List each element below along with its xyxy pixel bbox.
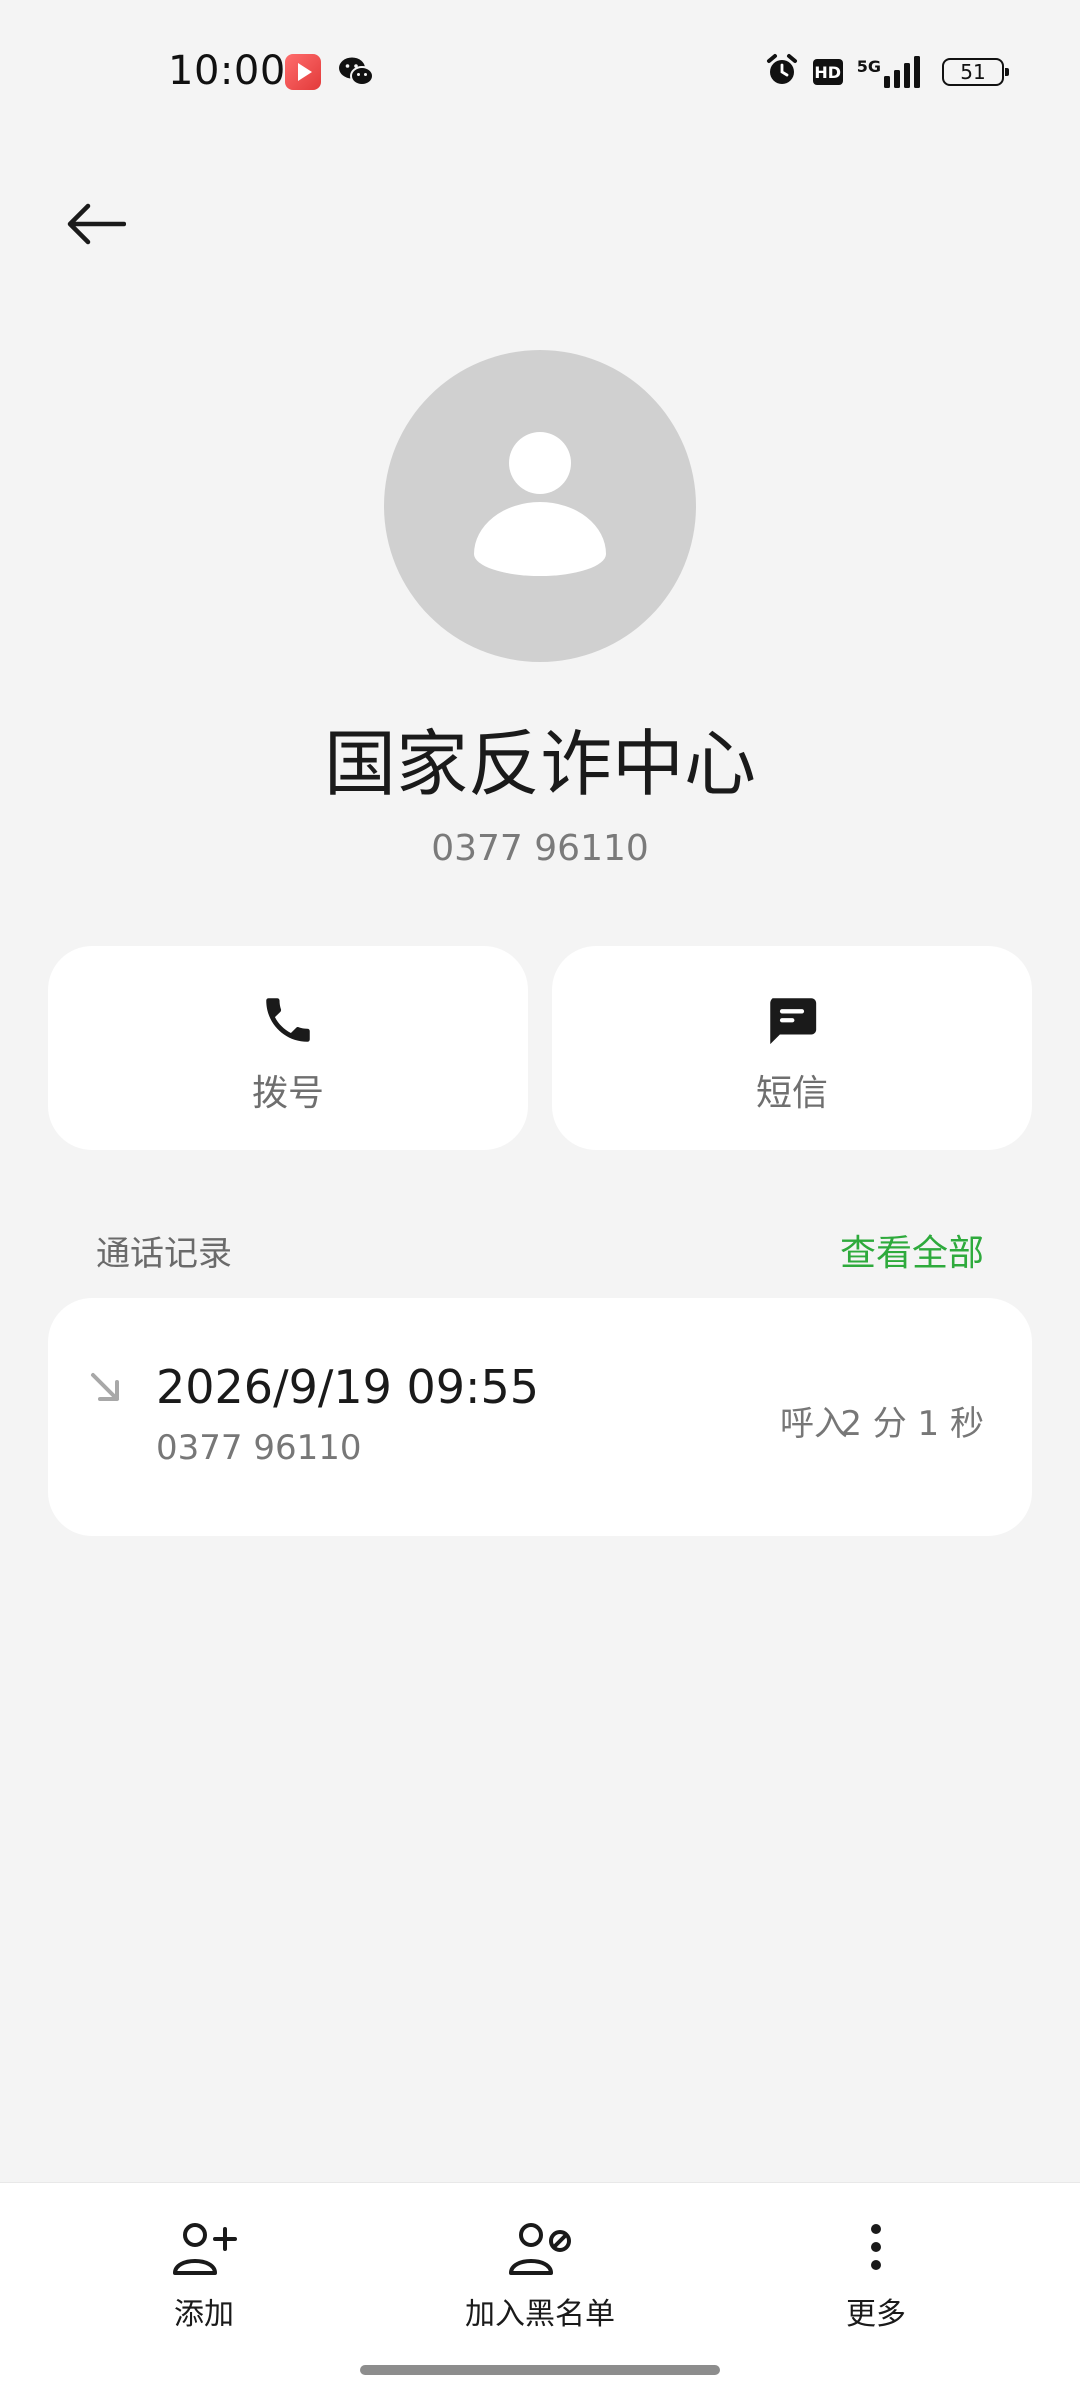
- status-time: 10:00: [168, 48, 286, 94]
- avatar-head: [509, 432, 571, 494]
- home-indicator[interactable]: [360, 2365, 720, 2375]
- block-person-icon: [505, 2219, 575, 2279]
- contact-name: 国家反诈中心: [323, 722, 756, 806]
- call-log-title: 通话记录: [96, 1234, 232, 1274]
- arrow-left-icon: [67, 203, 126, 245]
- battery-icon: 51: [942, 58, 1009, 86]
- wechat-icon: [338, 56, 374, 88]
- add-person-icon: [169, 2219, 239, 2279]
- status-right-group: HD 5G 51: [765, 52, 1009, 92]
- video-app-icon: [285, 54, 321, 90]
- battery-level: 51: [960, 60, 986, 84]
- more-button[interactable]: 更多: [726, 2219, 1026, 2333]
- alarm-icon: [765, 53, 799, 91]
- avatar-body: [474, 502, 606, 576]
- call-number: 0377 96110: [156, 1428, 362, 1468]
- status-bar: 10:00 HD 5G 51: [0, 0, 1080, 140]
- block-contact-button[interactable]: 加入黑名单: [390, 2219, 690, 2333]
- back-button[interactable]: [60, 188, 132, 260]
- network-type: 5G: [856, 57, 881, 76]
- hd-icon: HD: [812, 59, 843, 85]
- phone-icon: [258, 990, 318, 1050]
- call-duration: 2 分 1 秒: [840, 1404, 984, 1444]
- more-vertical-icon: [841, 2219, 911, 2279]
- incoming-call-arrow-icon: [88, 1370, 124, 1406]
- call-datetime: 2026/9/19 09:55: [156, 1360, 540, 1414]
- block-label: 加入黑名单: [465, 2297, 615, 2332]
- contact-number: 0377 96110: [431, 828, 649, 869]
- person-avatar-icon: [384, 350, 696, 662]
- view-all-link[interactable]: 查看全部: [840, 1224, 984, 1276]
- message-icon: [762, 990, 822, 1050]
- more-label: 更多: [846, 2297, 906, 2332]
- add-contact-button[interactable]: 添加: [54, 2219, 354, 2333]
- dial-button[interactable]: 拨号: [48, 946, 528, 1150]
- dial-label: 拨号: [251, 1073, 324, 1114]
- sms-label: 短信: [755, 1073, 828, 1114]
- signal-icon: 5G: [857, 56, 928, 88]
- add-label: 添加: [174, 2297, 234, 2332]
- call-log-entry[interactable]: 2026/9/19 09:55 0377 96110 呼入 2 分 1 秒: [48, 1298, 1032, 1536]
- sms-button[interactable]: 短信: [552, 946, 1032, 1150]
- call-type: 呼入: [780, 1404, 848, 1444]
